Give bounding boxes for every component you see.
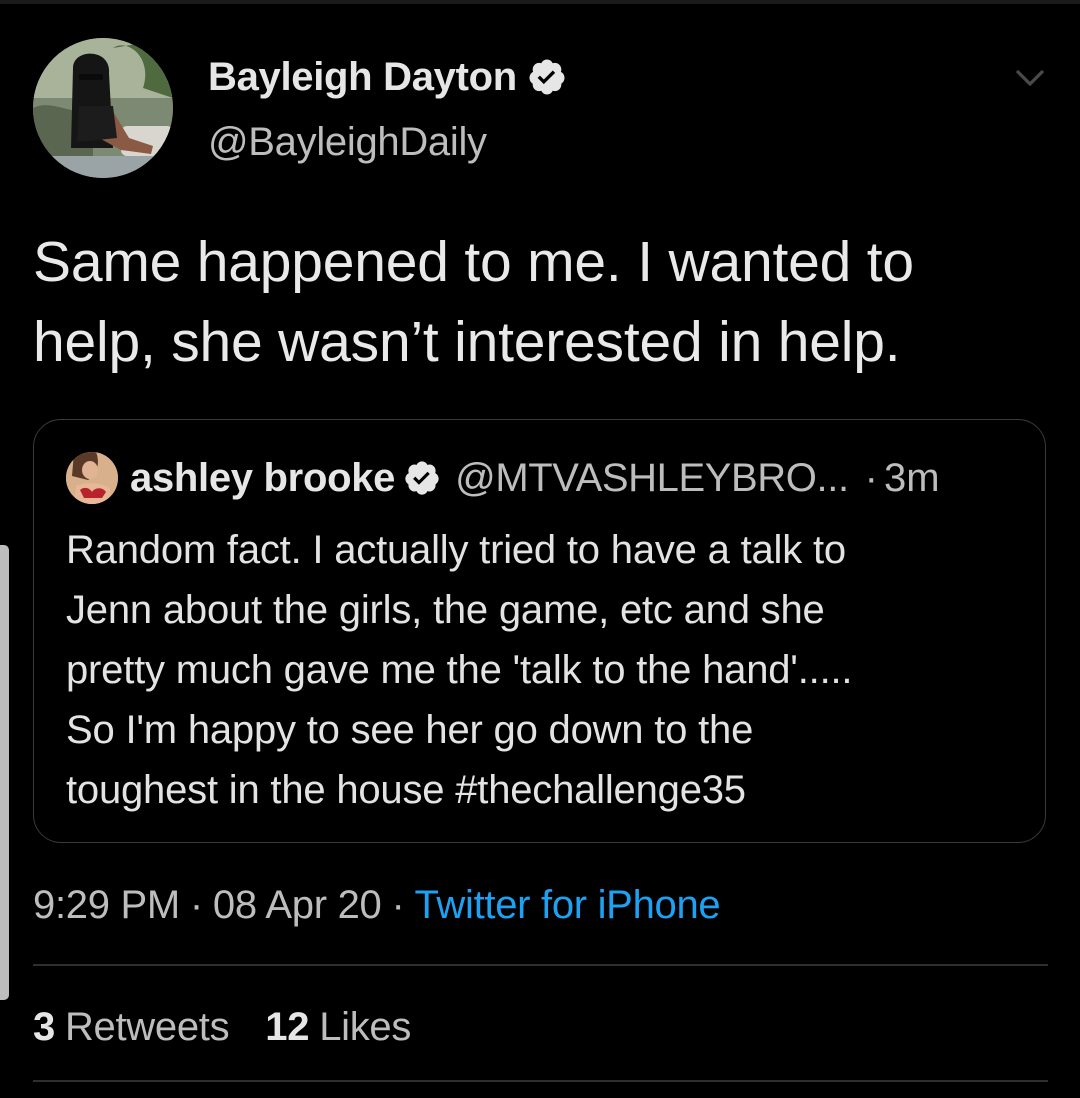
tweet-text: Same happened to me. I wanted to help, s…	[33, 230, 914, 374]
tweet-detail: Bayleigh Dayton @BayleighDaily Same happ…	[33, 0, 1048, 1098]
tweet-header: Bayleigh Dayton @BayleighDaily	[33, 38, 1048, 178]
quoted-author-avatar-photo	[66, 452, 118, 504]
meta-separator: ·	[391, 882, 405, 927]
quoted-separator: ·	[864, 455, 878, 500]
divider	[33, 1080, 1048, 1082]
tweet-stats: 3 Retweets 12 Likes	[33, 1000, 411, 1054]
quoted-tweet-text: Random fact. I actually tried to have a …	[66, 528, 853, 812]
quoted-tweet-header: ashley brooke @MTVASHLEYBRO... · 3m	[66, 450, 1015, 506]
tweet-source-link[interactable]: Twitter for iPhone	[415, 883, 721, 928]
author-avatar-photo	[33, 38, 173, 178]
verified-badge-icon	[529, 59, 565, 95]
author-name-row: Bayleigh Dayton	[208, 52, 567, 102]
likes-count: 12	[265, 1004, 310, 1049]
author-handle[interactable]: @BayleighDaily	[208, 120, 487, 165]
tweet-date: 08 Apr 20	[212, 882, 382, 927]
quoted-tweet-card[interactable]: ashley brooke @MTVASHLEYBRO... · 3m Rand…	[33, 419, 1046, 843]
tweet-meta: 9:29 PM · 08 Apr 20 · Twitter for iPhone	[33, 878, 721, 932]
retweets-count: 3	[33, 1004, 55, 1049]
scroll-indicator[interactable]	[0, 545, 9, 1000]
tweet-time: 9:29 PM	[33, 882, 180, 927]
retweets-stat[interactable]: 3 Retweets	[33, 1004, 230, 1050]
retweets-label: Retweets	[64, 1004, 230, 1049]
likes-label: Likes	[319, 1004, 412, 1049]
author-name[interactable]: Bayleigh Dayton	[208, 55, 517, 100]
meta-separator: ·	[189, 882, 203, 927]
verified-badge-icon	[405, 461, 439, 495]
divider	[33, 964, 1048, 966]
chevron-down-icon[interactable]	[1012, 60, 1048, 96]
quoted-author-handle: @MTVASHLEYBRO...	[455, 455, 849, 500]
quoted-author-name: ashley brooke	[130, 455, 396, 500]
likes-stat[interactable]: 12 Likes	[265, 1005, 411, 1050]
author-avatar[interactable]	[33, 38, 173, 178]
quoted-author-avatar	[66, 452, 118, 504]
quoted-timestamp: 3m	[883, 455, 940, 500]
